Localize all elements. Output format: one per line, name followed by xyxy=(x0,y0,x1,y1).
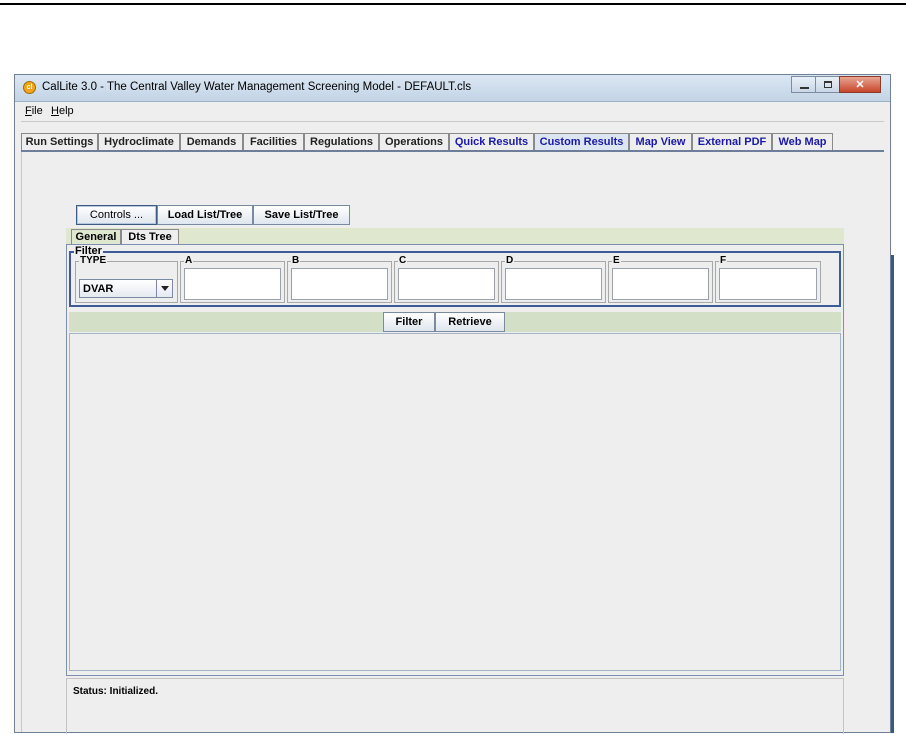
controls-button[interactable]: Controls ... xyxy=(76,205,157,225)
filter-b-input[interactable] xyxy=(291,268,388,300)
subtab-general[interactable]: General xyxy=(71,229,121,245)
filter-c-input[interactable] xyxy=(398,268,495,300)
menu-file[interactable]: File xyxy=(25,105,43,117)
filter-field-f-label: F xyxy=(719,255,728,266)
tab-hydroclimate[interactable]: Hydroclimate xyxy=(98,133,180,150)
type-dropdown-value: DVAR xyxy=(83,283,114,295)
general-panel: Filter TYPE DVAR A B C D E F Filter Retr… xyxy=(66,244,844,676)
tab-map-view[interactable]: Map View xyxy=(629,133,692,150)
filter-button[interactable]: Filter xyxy=(383,312,435,332)
filter-a-input[interactable] xyxy=(184,268,281,300)
window-title: CalLite 3.0 - The Central Valley Water M… xyxy=(42,81,472,93)
filter-d-input[interactable] xyxy=(505,268,602,300)
results-subtab-bar: General Dts Tree xyxy=(66,228,844,245)
load-list-tree-button[interactable]: Load List/Tree xyxy=(157,205,253,225)
tab-custom-results[interactable]: Custom Results xyxy=(534,133,629,150)
save-list-tree-button[interactable]: Save List/Tree xyxy=(253,205,350,225)
menu-bar: File Help xyxy=(21,102,884,122)
filter-field-a-label: A xyxy=(184,255,194,266)
filter-field-b: B xyxy=(287,255,392,303)
filter-field-b-label: B xyxy=(291,255,301,266)
close-icon[interactable]: ✕ xyxy=(839,76,881,93)
filter-field-e: E xyxy=(608,255,713,303)
type-field: TYPE DVAR xyxy=(75,255,178,303)
tab-operations[interactable]: Operations xyxy=(379,133,449,150)
tab-regulations[interactable]: Regulations xyxy=(304,133,379,150)
filter-action-bar: Filter Retrieve xyxy=(69,312,841,332)
filter-group: Filter TYPE DVAR A B C D E F xyxy=(69,245,841,307)
callite-app-icon: cl xyxy=(23,81,36,94)
filter-field-c: C xyxy=(394,255,499,303)
window-controls: ✕ xyxy=(791,76,881,94)
app-window: cl CalLite 3.0 - The Central Valley Wate… xyxy=(14,74,891,734)
title-bar[interactable]: cl CalLite 3.0 - The Central Valley Wate… xyxy=(15,75,890,102)
retrieve-button[interactable]: Retrieve xyxy=(435,312,505,332)
maximize-icon[interactable] xyxy=(815,76,840,93)
menu-help-label: elp xyxy=(58,105,74,117)
tab-demands[interactable]: Demands xyxy=(180,133,243,150)
filter-f-input[interactable] xyxy=(719,268,817,300)
status-text: Status: Initialized. xyxy=(73,686,159,697)
filter-field-a: A xyxy=(180,255,285,303)
tab-quick-results[interactable]: Quick Results xyxy=(449,133,534,150)
results-list[interactable] xyxy=(69,333,841,671)
main-tab-strip: Run Settings Hydroclimate Demands Facili… xyxy=(21,131,884,152)
filter-field-f: F xyxy=(715,255,821,303)
minimize-icon[interactable] xyxy=(791,76,816,93)
filter-e-input[interactable] xyxy=(612,268,709,300)
tab-facilities[interactable]: Facilities xyxy=(243,133,304,150)
filter-field-d: D xyxy=(501,255,606,303)
filter-field-e-label: E xyxy=(612,255,621,266)
page-top-rule xyxy=(0,3,906,5)
tab-external-pdf[interactable]: External PDF xyxy=(692,133,772,150)
menu-file-label: ile xyxy=(31,105,43,117)
chevron-down-icon[interactable] xyxy=(156,280,172,297)
menu-file-mnemonic: F xyxy=(25,105,32,117)
status-panel: Status: Initialized. xyxy=(66,678,844,734)
menu-help[interactable]: Help xyxy=(51,105,74,117)
tab-run-settings[interactable]: Run Settings xyxy=(21,133,98,150)
window-edge-shadow xyxy=(891,255,894,733)
menu-help-mnemonic: H xyxy=(51,105,59,117)
filter-field-d-label: D xyxy=(505,255,515,266)
type-dropdown[interactable]: DVAR xyxy=(79,279,173,298)
filter-field-c-label: C xyxy=(398,255,408,266)
tab-web-map[interactable]: Web Map xyxy=(772,133,833,150)
type-label: TYPE xyxy=(79,255,108,266)
subtab-dts-tree[interactable]: Dts Tree xyxy=(121,229,179,245)
